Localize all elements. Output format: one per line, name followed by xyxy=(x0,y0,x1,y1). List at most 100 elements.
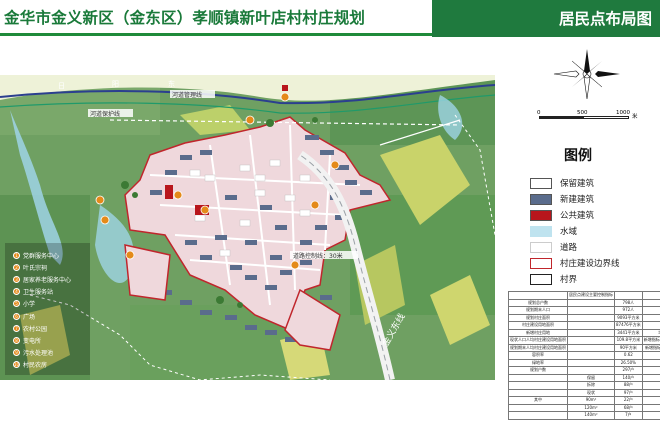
table-cell: 140户 xyxy=(614,373,643,382)
poi-legend-item: 6 广场 xyxy=(13,310,73,322)
poi-dot-icon: 8 xyxy=(13,336,20,344)
table-cell: 规划期末人口 xyxy=(508,306,568,315)
table-cell xyxy=(567,306,615,315)
table-cell xyxy=(508,411,568,420)
table-row: 村庄建设用地面积 87476平方米 xyxy=(508,321,660,330)
section-title-area: 居民点布局图 xyxy=(432,0,660,37)
poi-dot-icon: 4 xyxy=(13,288,20,296)
header-bar: 金华市金义新区（金东区）孝顺镇新叶店村村庄规划 居民点布局图 xyxy=(0,0,660,37)
title-underline xyxy=(0,33,432,36)
legend-title: 图例 xyxy=(564,148,592,164)
table-row: 规划户数 297户 xyxy=(508,366,660,375)
poi-legend-item: 2 叶氏宗祠 xyxy=(13,261,73,273)
table-cell: 798人 xyxy=(614,298,643,307)
table-cell: 297户 xyxy=(614,366,643,375)
legend-item-water: 水域 xyxy=(530,224,577,238)
north-place-label-3: 东 xyxy=(168,80,175,88)
table-cell: 90平方米 xyxy=(614,343,643,352)
legend-item-road: 道路 xyxy=(530,240,577,254)
river-management-label: 河道管理线 xyxy=(172,92,203,99)
table-cell: 规划期末人均村庄建设用地面积 xyxy=(508,343,568,352)
table-cell: 现状人口人均村庄建设用地面积 xyxy=(508,336,568,345)
table-cell xyxy=(508,403,568,412)
legend-swatch xyxy=(530,209,552,221)
table-cell: 972人 xyxy=(614,306,643,315)
table-cell: 村庄建设用地面积 xyxy=(508,321,568,330)
poi-dot-icon: 7 xyxy=(13,324,20,332)
poi-dot-icon: 6 xyxy=(13,312,20,320)
table-cell xyxy=(508,373,568,382)
poi-legend-item: 1 党群服务中心 xyxy=(13,249,73,261)
legend-swatch xyxy=(530,225,552,237)
table-row: 容积率 0.62 xyxy=(508,351,660,360)
poi-dot-icon: 2 xyxy=(13,263,20,271)
map-canvas xyxy=(0,75,495,380)
table-cell: 规划村庄面积 xyxy=(508,313,568,322)
table-cell: 居民点建设主要控制指标 xyxy=(567,291,615,300)
table-row: 规划村庄面积 9093平方米 xyxy=(508,313,660,322)
legend-swatch xyxy=(530,193,552,205)
table-cell: 140m² xyxy=(567,411,615,420)
table-cell: 87476平方米 xyxy=(614,321,643,330)
table-row: 规划期末人均村庄建设用地面积 90平方米新增指标：90平方米/人 xyxy=(508,343,660,352)
table-cell xyxy=(567,351,615,360)
legend-item-new: 新建建筑 xyxy=(530,192,594,206)
title-area: 金华市金义新区（金东区）孝顺镇新叶店村村庄规划 xyxy=(0,0,432,37)
stats-table: 居民点建设主要控制指标 备注规划总户数 798人规划期末人口 972人规划村庄面积 90… xyxy=(508,291,660,420)
table-cell: 其中 xyxy=(508,396,568,405)
table-cell: 备注 xyxy=(641,291,660,300)
table-cell xyxy=(641,298,660,307)
table-cell: 新增指标：90平方米/人 xyxy=(641,343,660,352)
section-title: 居民点布局图 xyxy=(558,10,652,28)
table-row: 居民点建设主要控制指标 备注 xyxy=(508,291,660,300)
poi-legend-item: 7 农村公园 xyxy=(13,322,73,334)
table-cell xyxy=(567,366,615,375)
poi-legend-item: 4 卫生服务站 xyxy=(13,286,73,298)
table-row: 规划总户数 798人 xyxy=(508,298,660,307)
table-cell xyxy=(567,313,615,322)
table-cell: 9093平方米 xyxy=(614,313,643,322)
table-cell: 88户 xyxy=(614,381,643,390)
table-cell xyxy=(641,403,660,412)
table-row: 保留 140户 xyxy=(508,373,660,382)
table-cell xyxy=(641,396,660,405)
table-row: 120m² 68户 xyxy=(508,403,660,412)
table-cell xyxy=(641,321,660,330)
poi-dot-icon: 10 xyxy=(13,361,20,369)
legend-item-retained: 保留建筑 xyxy=(530,176,594,190)
poi-dot-icon: 9 xyxy=(13,349,20,357)
table-row: 现状人口人均村庄建设用地面积 109.8平方米新增指标：110平方米/人 xyxy=(508,336,660,345)
table-cell xyxy=(641,366,660,375)
poi-legend-item: 8 变电所 xyxy=(13,334,73,346)
table-cell: 规划户数 xyxy=(508,366,568,375)
legend-swatch xyxy=(530,177,552,189)
scale-label-0: 0 xyxy=(537,110,541,116)
scale-bar xyxy=(539,116,629,119)
table-cell xyxy=(641,351,660,360)
table-cell: 新增指标：110平方米/人 xyxy=(641,336,660,345)
poi-legend-item: 5 小学 xyxy=(13,298,73,310)
legend-swatch xyxy=(530,241,552,253)
river-protect-label: 河道保护线 xyxy=(90,111,121,118)
table-cell: 绿地率 xyxy=(508,358,568,367)
left-poi-legend: 1 党群服务中心 2 叶氏宗祠 3 居家养老服务中心 4 卫生服务站 5 小学 6 广场 7… xyxy=(13,249,73,371)
north-place-label-1: 日 xyxy=(58,82,65,90)
table-cell xyxy=(508,291,568,300)
table-cell: 3441平方米 xyxy=(614,328,643,337)
table-cell xyxy=(567,336,615,345)
table-cell xyxy=(641,358,660,367)
scale-label-1000: 1000 xyxy=(616,110,630,116)
plan-map: 河道管理线 河道保护线 道路控制线：30米 日 阳 东 金义东线 xyxy=(0,75,495,380)
table-cell xyxy=(614,291,643,300)
table-cell: 新增村庄用地 xyxy=(508,328,568,337)
scale-unit: 米 xyxy=(632,114,638,120)
table-row: 拆除 88户 xyxy=(508,381,660,390)
table-cell: 22户 xyxy=(614,396,643,405)
table-cell: 现状 xyxy=(567,388,615,397)
legend-item-boundary: 村庄建设边界线 xyxy=(530,256,620,270)
table-cell xyxy=(567,298,615,307)
table-cell xyxy=(567,328,615,337)
table-cell xyxy=(567,343,615,352)
table-cell: 90m² xyxy=(567,396,615,405)
table-cell xyxy=(508,388,568,397)
